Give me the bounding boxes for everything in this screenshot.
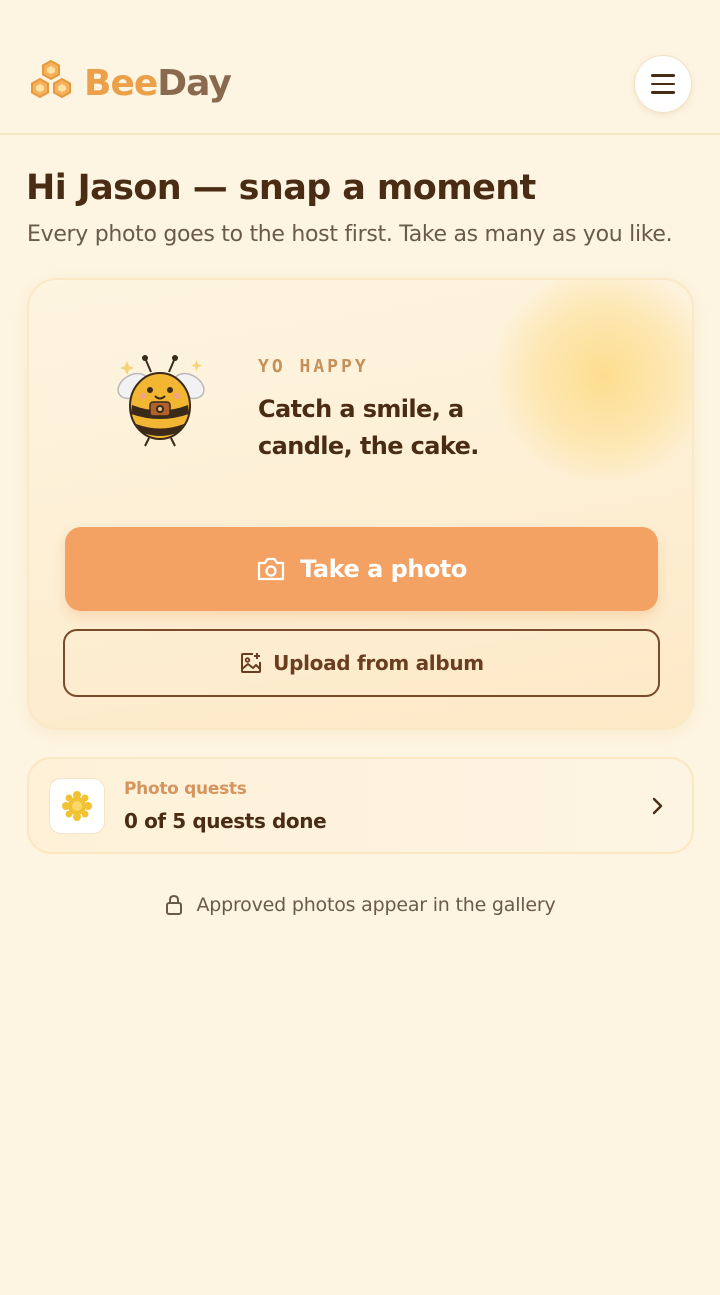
menu-icon-line <box>651 91 675 94</box>
menu-icon-line <box>651 74 675 77</box>
take-photo-button[interactable]: Take a photo <box>65 527 658 611</box>
card-eyebrow: YO HAPPY <box>258 356 369 377</box>
brand-logo[interactable]: BeeDay <box>26 58 232 108</box>
menu-icon-line <box>651 82 675 86</box>
sparkle-icon <box>62 791 92 821</box>
upload-from-album-label: Upload from album <box>273 651 484 675</box>
gallery-footnote: Approved photos appear in the gallery <box>0 894 720 916</box>
decorative-glow <box>489 280 692 480</box>
honeycomb-logo-icon <box>31 59 71 99</box>
app-header: BeeDay <box>0 0 720 135</box>
bee-mascot-icon <box>117 355 205 447</box>
quests-status: 0 of 5 quests done <box>124 809 327 833</box>
quests-label: Photo quests <box>124 779 247 799</box>
image-plus-icon <box>241 653 262 673</box>
brand-name: BeeDay <box>84 62 232 104</box>
menu-button[interactable] <box>634 55 692 113</box>
chevron-right-icon <box>652 797 663 815</box>
page-title: Hi Jason — snap a moment <box>26 168 536 208</box>
photo-quests-card[interactable]: Photo quests 0 of 5 quests done <box>27 757 694 854</box>
brand-name-bee: Bee <box>84 62 158 104</box>
capture-card: YO HAPPY Catch a smile, a candle, the ca… <box>27 278 694 730</box>
footnote-text: Approved photos appear in the gallery <box>196 894 556 916</box>
lock-icon <box>166 894 183 915</box>
upload-from-album-button[interactable]: Upload from album <box>63 629 660 697</box>
page-subtitle: Every photo goes to the host first. Take… <box>27 222 673 247</box>
take-photo-label: Take a photo <box>300 555 467 583</box>
quest-badge <box>49 778 105 834</box>
camera-icon <box>258 557 285 581</box>
card-tagline: Catch a smile, a candle, the cake. <box>258 395 479 460</box>
brand-name-day: Day <box>157 62 232 104</box>
